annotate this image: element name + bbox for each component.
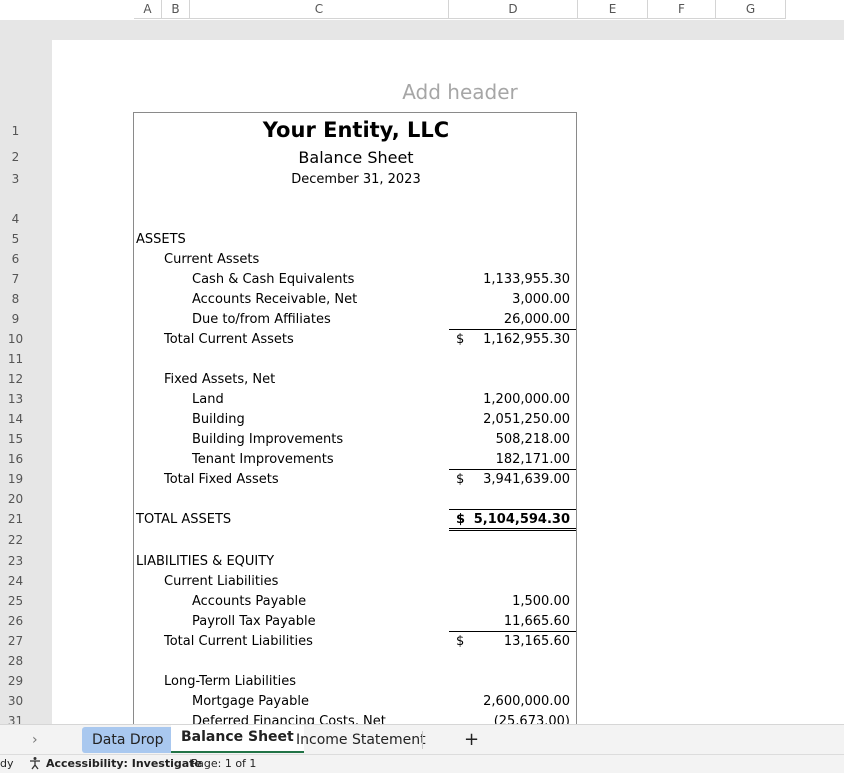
subtotal-rule (449, 469, 576, 470)
total-current-assets-value: 1,162,955.30 (483, 332, 570, 347)
total-assets-value: 5,104,594.30 (473, 512, 570, 527)
row-number[interactable]: 13 (0, 392, 31, 406)
column-header-c[interactable]: C (190, 0, 449, 19)
accounts-payable-label: Accounts Payable (192, 594, 307, 609)
sheet-tab-bar: › Data Drop Balance Sheet Income Stateme… (0, 724, 844, 755)
affiliates-label: Due to/from Affiliates (192, 312, 331, 327)
column-header-g[interactable]: G (716, 0, 786, 19)
building-improvements-value: 508,218.00 (495, 432, 570, 447)
dollar-sign: $ (456, 634, 465, 649)
row-number[interactable]: 12 (0, 372, 31, 386)
accounts-payable-value: 1,500.00 (512, 594, 570, 609)
row-number[interactable]: 20 (0, 492, 31, 506)
tab-data-drop[interactable]: Data Drop (82, 727, 174, 753)
row-number[interactable]: 8 (0, 292, 31, 306)
building-label: Building (192, 412, 245, 427)
column-header-b[interactable]: B (162, 0, 190, 19)
accessibility-status[interactable]: Accessibility: Investigate (46, 757, 202, 770)
status-bar: dy Accessibility: Investigate Page: 1 of… (0, 754, 844, 773)
row-number[interactable]: 27 (0, 634, 31, 648)
row-number[interactable]: 1 (0, 124, 31, 138)
row-number[interactable]: 25 (0, 594, 31, 608)
liabilities-equity-heading: LIABILITIES & EQUITY (136, 554, 275, 569)
assets-heading: ASSETS (136, 232, 186, 247)
mortgage-label: Mortgage Payable (192, 694, 309, 709)
total-fixed-assets-label: Total Fixed Assets (164, 472, 279, 487)
page-indicator: Page: 1 of 1 (191, 757, 257, 770)
accessibility-icon[interactable] (28, 756, 42, 773)
ar-value: 3,000.00 (512, 292, 570, 307)
row-number[interactable]: 5 (0, 232, 31, 246)
subtotal-rule (449, 631, 576, 632)
land-value: 1,200,000.00 (483, 392, 570, 407)
row-number[interactable]: 7 (0, 272, 31, 286)
entity-name: Your Entity, LLC (262, 118, 450, 142)
total-rule-top (449, 509, 576, 510)
cash-label: Cash & Cash Equivalents (192, 272, 355, 287)
tab-separator (422, 731, 423, 749)
long-term-liabilities-heading: Long-Term Liabilities (164, 674, 296, 689)
add-header-placeholder[interactable]: Add header (340, 80, 580, 104)
row-number[interactable]: 28 (0, 654, 31, 668)
row-number[interactable]: 19 (0, 472, 31, 486)
payroll-tax-value: 11,665.60 (503, 614, 570, 629)
ar-label: Accounts Receivable, Net (192, 292, 358, 307)
add-sheet-button[interactable]: + (454, 727, 489, 753)
row-number[interactable]: 21 (0, 512, 31, 526)
total-current-liabilities-value: 13,165.60 (503, 634, 570, 649)
payroll-tax-label: Payroll Tax Payable (192, 614, 316, 629)
deferred-financing-value: (25,673.00) (493, 714, 570, 724)
tenant-improvements-value: 182,171.00 (495, 452, 570, 467)
chevron-right-icon[interactable]: › (22, 727, 48, 753)
dollar-sign: $ (456, 512, 466, 527)
total-current-assets-label: Total Current Assets (164, 332, 294, 347)
row-number[interactable]: 10 (0, 332, 31, 346)
row-number[interactable]: 29 (0, 674, 31, 688)
row-number[interactable]: 2 (0, 150, 31, 164)
fixed-assets-heading: Fixed Assets, Net (164, 372, 276, 387)
current-liabilities-heading: Current Liabilities (164, 574, 279, 589)
row-number[interactable]: 22 (0, 533, 31, 547)
tab-income-statement[interactable]: Income Statement (286, 727, 436, 753)
column-header-e[interactable]: E (578, 0, 648, 19)
row-number[interactable]: 30 (0, 694, 31, 708)
current-assets-heading: Current Assets (164, 252, 260, 267)
row-number[interactable]: 3 (0, 172, 31, 186)
tab-balance-sheet[interactable]: Balance Sheet (171, 725, 304, 753)
row-number[interactable]: 14 (0, 412, 31, 426)
row-number[interactable]: 11 (0, 352, 31, 366)
column-header-bar: A B C D E F G (0, 0, 844, 20)
total-current-liabilities-label: Total Current Liabilities (164, 634, 313, 649)
double-underline (449, 528, 576, 531)
total-fixed-assets-value: 3,941,639.00 (483, 472, 570, 487)
row-number[interactable]: 15 (0, 432, 31, 446)
row-number[interactable]: 16 (0, 452, 31, 466)
row-number[interactable]: 6 (0, 252, 31, 266)
row-number[interactable]: 9 (0, 312, 31, 326)
dollar-sign: $ (456, 332, 465, 347)
status-mode: dy (0, 757, 14, 770)
building-improvements-label: Building Improvements (192, 432, 344, 447)
report-date: December 31, 2023 (291, 172, 421, 187)
deferred-financing-label: Deferred Financing Costs, Net (192, 714, 386, 724)
subtotal-rule (449, 329, 576, 330)
tenant-improvements-label: Tenant Improvements (192, 452, 334, 467)
row-number[interactable]: 26 (0, 614, 31, 628)
row-number[interactable]: 4 (0, 212, 31, 226)
mortgage-value: 2,600,000.00 (483, 694, 570, 709)
dollar-sign: $ (456, 472, 465, 487)
column-header-a[interactable]: A (134, 0, 162, 19)
column-header-d[interactable]: D (449, 0, 578, 19)
column-header-f[interactable]: F (648, 0, 716, 19)
row-number[interactable]: 23 (0, 554, 31, 568)
row-number[interactable]: 24 (0, 574, 31, 588)
report-title: Balance Sheet (298, 148, 414, 167)
building-value: 2,051,250.00 (483, 412, 570, 427)
total-assets-label: TOTAL ASSETS (136, 512, 232, 527)
balance-sheet-print-area[interactable]: Your Entity, LLC Balance Sheet December … (133, 112, 577, 724)
cash-value: 1,133,955.30 (483, 272, 570, 287)
land-label: Land (192, 392, 224, 407)
affiliates-value: 26,000.00 (503, 312, 570, 327)
